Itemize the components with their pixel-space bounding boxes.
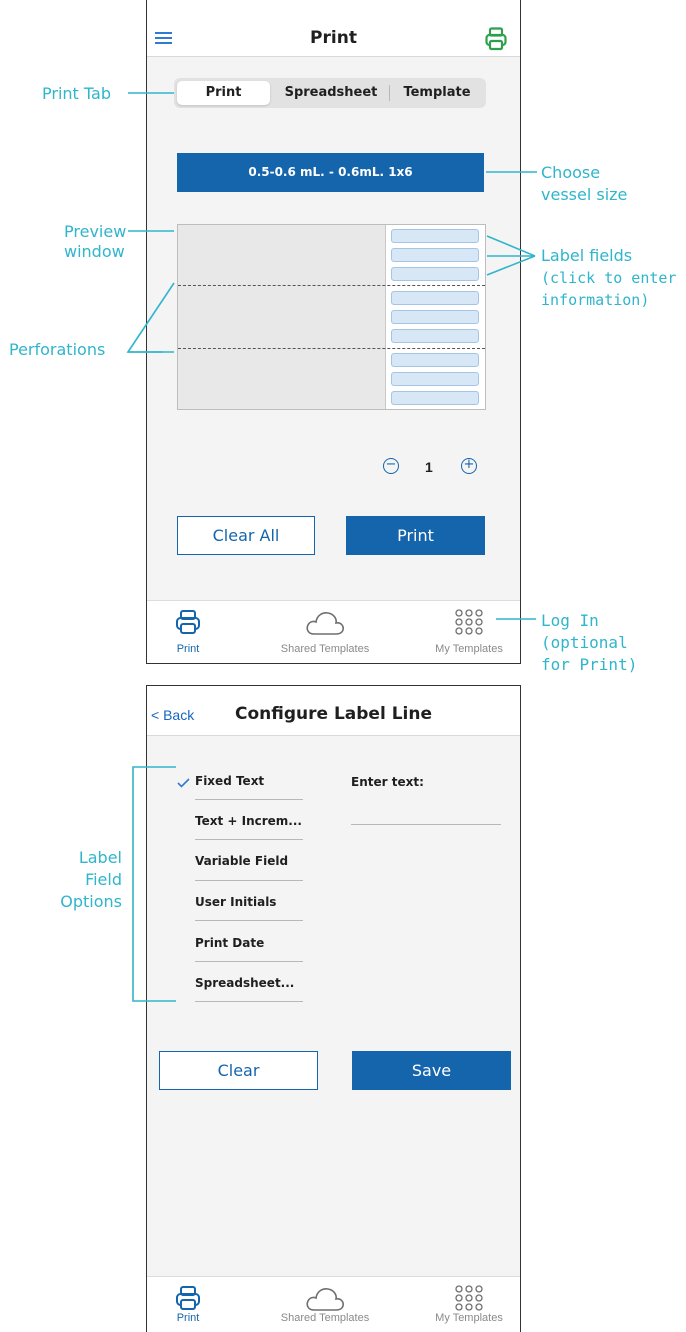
annotation-label-fields-line1: Label fields xyxy=(541,246,633,265)
cloud-icon xyxy=(304,609,346,642)
label-field[interactable] xyxy=(391,329,479,343)
bottom-tab-label: Print xyxy=(176,643,200,655)
tab-print[interactable]: Print xyxy=(177,81,270,105)
top-nav-bar: Print xyxy=(147,0,520,57)
top-nav-bar: < Back Configure Label Line xyxy=(147,686,520,736)
option-print-date[interactable]: Print Date xyxy=(195,936,303,950)
annotation-label-field-options-line1: Label xyxy=(78,848,122,867)
page-title: Print xyxy=(310,28,357,48)
bottom-tab-label: Shared Templates xyxy=(280,1312,370,1324)
option-variable-field[interactable]: Variable Field xyxy=(195,854,303,868)
label-field[interactable] xyxy=(391,310,479,324)
option-text-increment[interactable]: Text + Increm... xyxy=(195,814,303,828)
option-divider xyxy=(195,1001,303,1002)
bottom-tab-my-templates[interactable]: My Templates xyxy=(409,601,520,663)
print-button[interactable]: Print xyxy=(346,516,485,555)
annotation-preview-window-line2: window xyxy=(64,242,125,261)
preview-window xyxy=(177,224,486,410)
enter-text-label: Enter text: xyxy=(351,775,424,789)
bottom-tab-label: Print xyxy=(176,1312,200,1324)
label-field[interactable] xyxy=(391,267,479,281)
tab-spreadsheet[interactable]: Spreadsheet xyxy=(275,81,387,105)
label-fields-column xyxy=(385,225,485,409)
annotation-label-fields-line3: information) xyxy=(541,291,650,309)
annotation-vessel-size-line2: vessel size xyxy=(541,185,628,204)
option-divider xyxy=(195,880,303,881)
configure-label-line-screen: < Back Configure Label Line Fixed Text T… xyxy=(146,685,521,1332)
option-divider xyxy=(195,799,303,800)
printer-icon xyxy=(175,609,201,640)
annotation-label-field-options-line3: Options xyxy=(60,892,122,911)
increase-quantity-button[interactable]: + xyxy=(461,458,477,474)
enter-text-field[interactable] xyxy=(351,824,501,825)
checkmark-icon xyxy=(177,775,190,793)
bottom-tab-print[interactable]: Print xyxy=(147,1277,248,1332)
annotation-perforations: Perforations xyxy=(9,340,106,359)
label-field[interactable] xyxy=(391,291,479,305)
vessel-size-button[interactable]: 0.5-0.6 mL. - 0.6mL. 1x6 xyxy=(177,153,484,192)
bottom-tab-print[interactable]: Print xyxy=(147,601,248,663)
option-divider xyxy=(195,839,303,840)
grid-dots-icon xyxy=(454,609,484,640)
bottom-tab-shared-templates[interactable]: Shared Templates xyxy=(265,601,385,663)
clear-all-button[interactable]: Clear All xyxy=(177,516,315,555)
annotation-login-line1: Log In xyxy=(541,611,599,630)
clear-button[interactable]: Clear xyxy=(159,1051,318,1090)
annotation-label-fields-line2: (click to enter xyxy=(541,269,677,287)
label-field[interactable] xyxy=(391,372,479,386)
bottom-tab-label: My Templates xyxy=(435,1312,503,1324)
quantity-value: 1 xyxy=(425,459,433,475)
perforation-line xyxy=(178,348,485,349)
label-field[interactable] xyxy=(391,229,479,243)
bottom-tab-label: My Templates xyxy=(435,643,503,655)
annotation-login-line2: (optional xyxy=(541,633,628,652)
option-spreadsheet[interactable]: Spreadsheet... xyxy=(195,976,303,990)
option-fixed-text[interactable]: Fixed Text xyxy=(195,774,303,788)
annotation-login-line3: for Print) xyxy=(541,655,638,674)
annotation-label-field-options-line2: Field xyxy=(85,870,122,889)
bottom-tab-shared-templates[interactable]: Shared Templates xyxy=(265,1277,385,1332)
label-field[interactable] xyxy=(391,391,479,405)
perforation-line xyxy=(178,285,485,286)
annotation-vessel-size-line1: Choose xyxy=(541,163,601,182)
printer-status-icon[interactable] xyxy=(485,27,507,56)
label-field[interactable] xyxy=(391,353,479,367)
save-button[interactable]: Save xyxy=(352,1051,511,1090)
annotation-preview-window-line1: Preview xyxy=(64,222,127,241)
label-field[interactable] xyxy=(391,248,479,262)
option-divider xyxy=(195,961,303,962)
print-screen: Print Print Spreadsheet Template 0.5-0.6… xyxy=(146,0,521,664)
bottom-tab-my-templates[interactable]: My Templates xyxy=(409,1277,520,1332)
tab-template[interactable]: Template xyxy=(391,81,483,105)
bottom-tab-label: Shared Templates xyxy=(280,643,370,655)
bottom-tab-bar: Print Shared Templates My Templates xyxy=(147,600,520,663)
option-divider xyxy=(195,920,303,921)
bottom-tab-bar: Print Shared Templates My Templates xyxy=(147,1276,520,1332)
annotation-print-tab: Print Tab xyxy=(42,84,111,103)
decrease-quantity-button[interactable]: − xyxy=(383,458,399,474)
print-mode-segmented-control: Print Spreadsheet Template xyxy=(174,78,486,108)
page-title: Configure Label Line xyxy=(234,704,432,724)
segment-divider xyxy=(389,85,390,101)
option-user-initials[interactable]: User Initials xyxy=(195,895,303,909)
